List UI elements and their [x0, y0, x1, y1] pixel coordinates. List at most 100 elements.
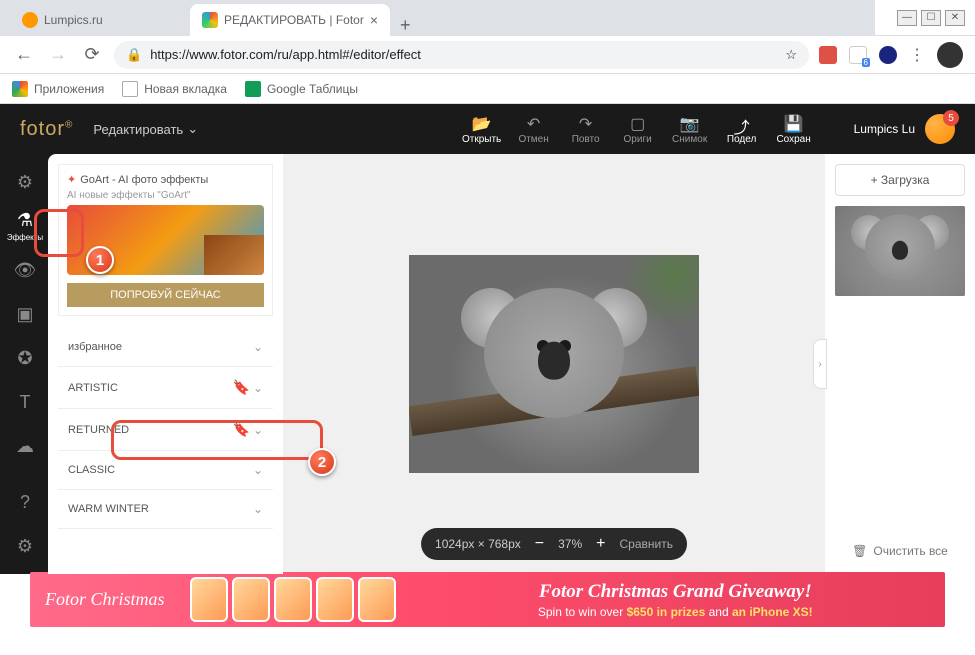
tool-label: Ориги: [624, 134, 652, 145]
chevron-down-icon: ⌄: [187, 121, 198, 137]
effect-returned[interactable]: RETURNED 🔖 ⌄: [58, 409, 273, 451]
chevron-down-icon: ⌄: [253, 423, 263, 437]
bookmark-sheets[interactable]: Google Таблицы: [245, 81, 358, 97]
rail-settings[interactable]: ⚙: [7, 528, 43, 564]
text-icon: T: [20, 392, 31, 413]
effect-label: CLASSIC: [68, 464, 115, 476]
product-image: [274, 577, 312, 622]
goart-card[interactable]: ✦GoArt - AI фото эффекты AI новые эффект…: [58, 164, 273, 316]
notification-badge: 5: [943, 110, 959, 126]
rail-adjust[interactable]: ⚙: [7, 164, 43, 200]
main-image[interactable]: [409, 255, 699, 473]
rail-help[interactable]: ?: [7, 484, 43, 520]
expand-handle[interactable]: ›: [813, 339, 827, 389]
bookmark-icon: 🔖: [232, 379, 249, 395]
effect-favorites[interactable]: избранное ⌄: [58, 328, 273, 367]
effect-label: избранное: [68, 341, 122, 353]
banner-left-text: Fotor Christmas: [30, 589, 180, 610]
cloud-icon: ☁: [16, 436, 34, 457]
tab-active[interactable]: РЕДАКТИРОВАТЬ | Fotor ×: [190, 4, 390, 36]
goart-subtitle: AI новые эффекты "GoArt": [67, 190, 264, 201]
app-header: fotor® Редактировать ⌄ 📂Открыть ↶Отмен ↷…: [0, 104, 975, 154]
rail-stickers[interactable]: ✪: [7, 340, 43, 376]
rail-frames[interactable]: ▣: [7, 296, 43, 332]
bookmark-newtab[interactable]: Новая вкладка: [122, 81, 227, 97]
snapshot-button[interactable]: 📷 Снимок: [670, 114, 710, 145]
username: Lumpics Lu: [854, 122, 915, 136]
right-panel: + Загрузка 🗑 Очистить все: [825, 154, 975, 574]
ext-icon-2[interactable]: 6: [849, 46, 867, 64]
bm-label: Приложения: [34, 82, 104, 96]
tool-label: Снимок: [672, 134, 707, 145]
forward-button[interactable]: →: [46, 44, 70, 65]
tool-label: Повто: [572, 134, 600, 145]
close-icon[interactable]: ×: [370, 12, 378, 28]
close-button[interactable]: ✕: [945, 10, 965, 26]
edit-label: Редактировать: [93, 122, 183, 137]
zoom-bar: 1024px × 768px − 37% + Сравнить: [421, 528, 687, 560]
chevron-down-icon: ⌄: [253, 381, 263, 395]
tab-inactive[interactable]: Lumpics.ru: [10, 4, 190, 36]
rail-text[interactable]: T: [7, 384, 43, 420]
original-icon: ▢: [630, 114, 645, 132]
zoom-out-button[interactable]: −: [535, 535, 544, 553]
thumbnail[interactable]: [835, 206, 965, 296]
minimize-button[interactable]: —: [897, 10, 917, 26]
gear-icon: ⚙: [17, 536, 33, 557]
apps-button[interactable]: Приложения: [12, 81, 104, 97]
open-button[interactable]: 📂Открыть: [462, 114, 502, 145]
image-dims: 1024px × 768px: [435, 537, 521, 551]
clear-label: Очистить все: [873, 544, 947, 558]
url-field[interactable]: 🔒 https://www.fotor.com/ru/app.html#/edi…: [114, 41, 809, 69]
tool-label: Сохран: [776, 134, 810, 145]
menu-icon[interactable]: ⋮: [909, 45, 925, 65]
camera-icon: 📷: [680, 114, 700, 132]
rail-beauty[interactable]: 👁: [7, 252, 43, 288]
chevron-down-icon: ⌄: [253, 502, 263, 516]
edit-dropdown[interactable]: Редактировать ⌄: [93, 121, 198, 137]
product-image: [358, 577, 396, 622]
clear-all-button[interactable]: 🗑 Очистить все: [835, 538, 965, 564]
browser-avatar[interactable]: [937, 42, 963, 68]
star-icon[interactable]: ☆: [785, 47, 797, 63]
save-button[interactable]: 💾Сохран: [774, 114, 814, 145]
address-bar: ← → ⟳ 🔒 https://www.fotor.com/ru/app.htm…: [0, 36, 975, 74]
goart-title: ✦GoArt - AI фото эффекты: [67, 173, 264, 186]
back-button[interactable]: ←: [12, 44, 36, 65]
help-icon: ?: [20, 492, 30, 513]
maximize-button[interactable]: ☐: [921, 10, 941, 26]
zoom-percent: 37%: [558, 537, 582, 551]
user-area[interactable]: Lumpics Lu 5: [854, 114, 955, 144]
promo-banner[interactable]: Fotor Christmas Fotor Christmas Grand Gi…: [30, 572, 945, 627]
main-layout: ⚙ ⚗Эффекты 👁 ▣ ✪ T ☁ ? ⚙ ✦GoArt - AI фот…: [0, 154, 975, 574]
url-text: https://www.fotor.com/ru/app.html#/edito…: [150, 47, 421, 62]
redo-icon: ↷: [579, 114, 592, 132]
compare-button[interactable]: Сравнить: [620, 537, 673, 551]
apps-icon: [12, 81, 28, 97]
zoom-in-button[interactable]: +: [596, 535, 605, 553]
share-button[interactable]: ⤴Подел: [722, 114, 762, 145]
rail-cloud[interactable]: ☁: [7, 428, 43, 464]
page-icon: [122, 81, 138, 97]
banner-subtitle: Spin to win over $650 in prizes and an i…: [406, 605, 945, 619]
new-tab-button[interactable]: +: [390, 15, 421, 36]
open-icon: 📂: [472, 114, 492, 132]
favicon-fotor: [202, 12, 218, 28]
upload-button[interactable]: + Загрузка: [835, 164, 965, 196]
product-image: [190, 577, 228, 622]
bm-label: Новая вкладка: [144, 82, 227, 96]
effect-warm-winter[interactable]: WARM WINTER ⌄: [58, 490, 273, 529]
redo-button[interactable]: ↷ Повто: [566, 114, 606, 145]
undo-button[interactable]: ↶Отмен: [514, 114, 554, 145]
tool-label: Подел: [727, 134, 756, 145]
left-rail: ⚙ ⚗Эффекты 👁 ▣ ✪ T ☁ ? ⚙: [0, 154, 50, 574]
try-now-button[interactable]: ПОПРОБУЙ СЕЙЧАС: [67, 283, 264, 307]
effect-classic[interactable]: CLASSIC ⌄: [58, 451, 273, 490]
reload-button[interactable]: ⟳: [80, 44, 104, 65]
rail-effects[interactable]: ⚗Эффекты: [7, 208, 43, 244]
ext-icon-3[interactable]: [879, 46, 897, 64]
fotor-logo[interactable]: fotor®: [20, 118, 73, 141]
effect-artistic[interactable]: ARTISTIC 🔖 ⌄: [58, 367, 273, 409]
ext-icon-1[interactable]: [819, 46, 837, 64]
original-button[interactable]: ▢ Ориги: [618, 114, 658, 145]
